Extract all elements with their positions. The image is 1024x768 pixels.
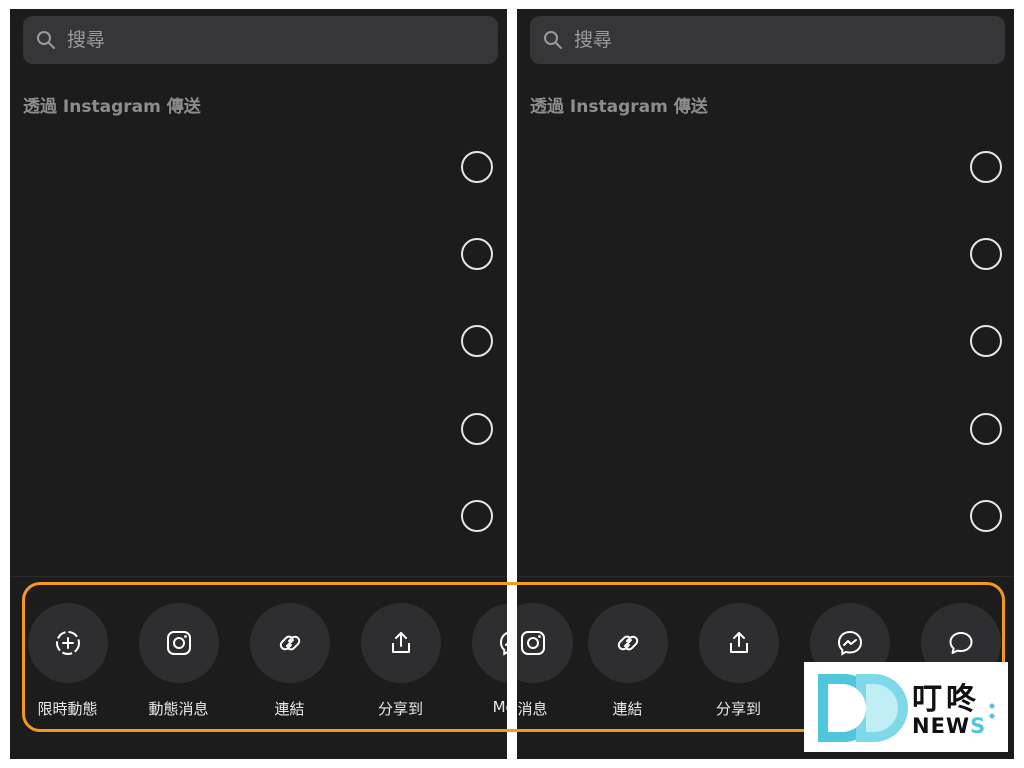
recipient-radio[interactable] (461, 325, 493, 357)
chat-bubble-icon (949, 632, 972, 654)
logo-chinese-text: 叮咚 (912, 682, 980, 717)
share-messenger-button[interactable]: Mess (456, 603, 507, 716)
recipient-radio[interactable] (970, 500, 1002, 532)
recipient-radio[interactable] (970, 325, 1002, 357)
search-placeholder: 搜尋 (574, 29, 613, 51)
search-icon (37, 31, 55, 49)
recipient-radio[interactable] (461, 238, 493, 270)
copy-link-button[interactable]: 連結 (234, 603, 345, 719)
share-story-button[interactable]: 限時動態 (12, 603, 123, 719)
share-label: 分享到 (715, 700, 761, 718)
search-input[interactable]: 搜尋 (530, 16, 1005, 64)
share-sheet-right: 搜尋 透過 Instagram 傳送 消息 連結 分享到 (517, 9, 1014, 759)
share-label: 連結 (274, 700, 305, 718)
messenger-icon (499, 631, 507, 656)
share-upload-icon (391, 632, 410, 653)
dingdong-news-logo: 叮咚 NEWS (804, 662, 1008, 752)
section-title: 透過 Instagram 傳送 (23, 97, 201, 117)
recipient-radio[interactable] (461, 151, 493, 183)
search-placeholder: 搜尋 (67, 29, 106, 51)
share-upload-icon (729, 632, 748, 653)
recipient-radio[interactable] (970, 413, 1002, 445)
share-sheet-left: 搜尋 透過 Instagram 傳送 限時動態 動態消息 連結 分享到 M (10, 9, 507, 759)
share-label: 動態消息 (148, 700, 209, 718)
share-label: 限時動態 (37, 700, 98, 718)
instagram-icon (166, 631, 191, 655)
share-to-button[interactable]: 分享到 (683, 603, 794, 719)
share-label: 連結 (612, 700, 643, 718)
search-icon (544, 31, 562, 49)
recipient-radio[interactable] (461, 413, 493, 445)
recipient-radio[interactable] (970, 238, 1002, 270)
logo-colon-dots (989, 703, 995, 719)
panel-separator (507, 0, 517, 768)
share-label: Mess (492, 698, 507, 716)
share-label: 分享到 (377, 700, 423, 718)
messenger-icon (837, 630, 862, 656)
search-input[interactable]: 搜尋 (23, 16, 498, 64)
section-title: 透過 Instagram 傳送 (530, 97, 708, 117)
link-icon (617, 635, 638, 651)
share-to-button[interactable]: 分享到 (345, 603, 456, 719)
logo-english-text: NEWS (912, 714, 987, 738)
copy-link-button[interactable]: 連結 (572, 603, 683, 719)
link-icon (279, 635, 300, 651)
dingdong-logo-icon (818, 674, 908, 742)
recipient-radio[interactable] (970, 151, 1002, 183)
story-add-icon (55, 631, 80, 655)
share-feed-button[interactable]: 動態消息 (123, 603, 234, 719)
instagram-icon (520, 631, 545, 655)
recipient-radio[interactable] (461, 500, 493, 532)
share-options-row: 限時動態 動態消息 連結 分享到 M (10, 577, 507, 759)
